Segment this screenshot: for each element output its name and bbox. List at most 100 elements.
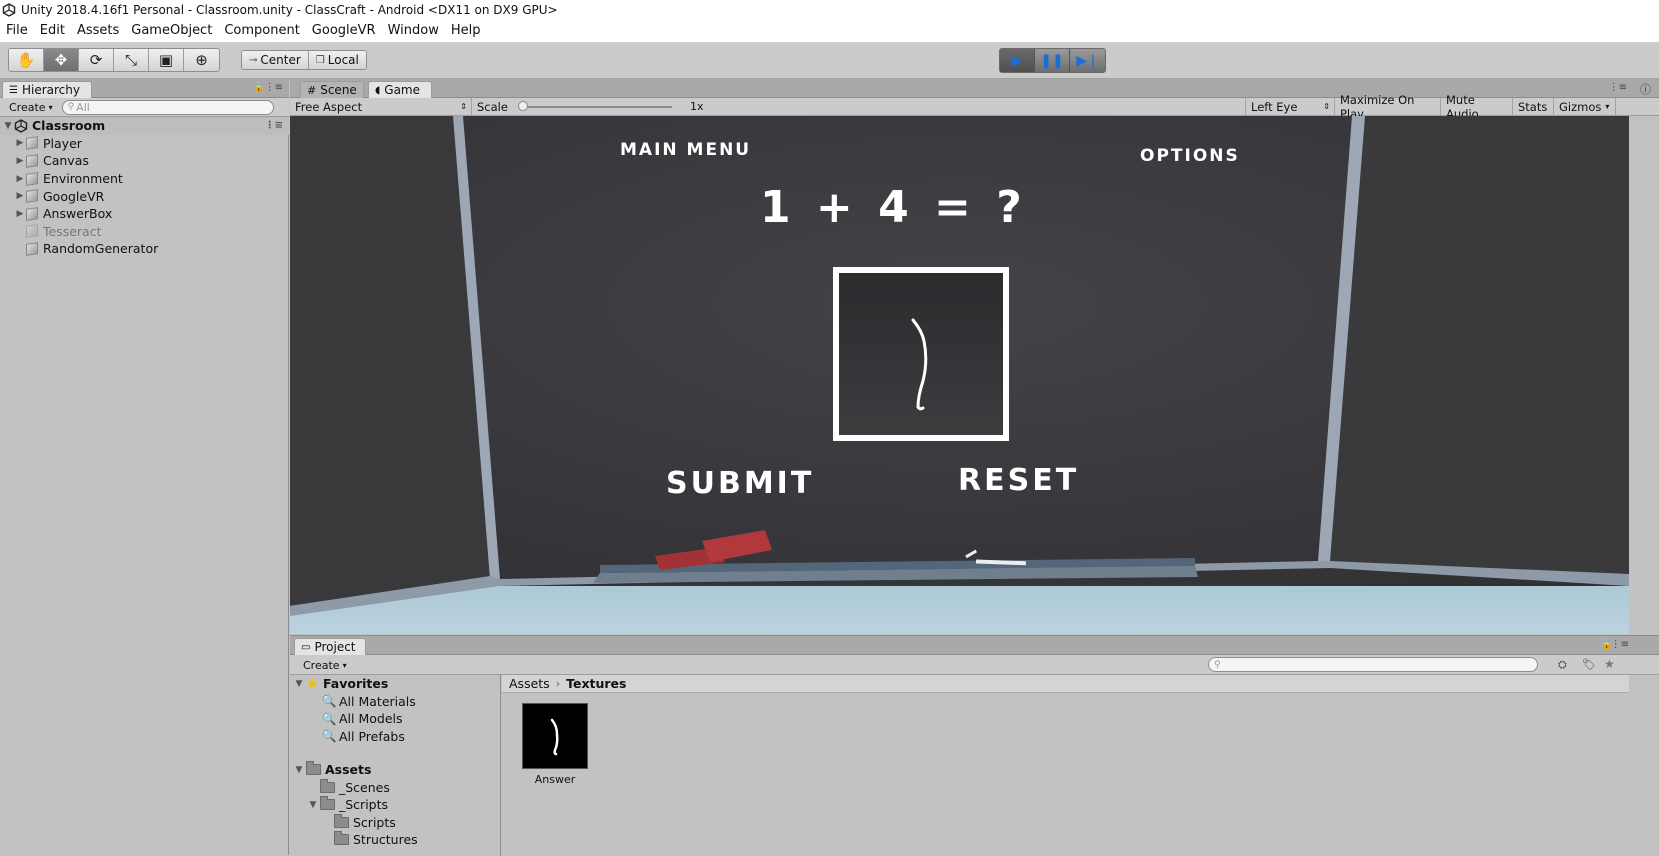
main-menu-button[interactable]: MAIN MENU [620, 140, 751, 160]
breadcrumb-assets[interactable]: Assets [509, 676, 550, 691]
tab-game[interactable]: ◖ Game [368, 81, 432, 98]
move-tool-button[interactable]: ✥ [44, 49, 79, 71]
reset-button[interactable]: RESET [958, 463, 1079, 498]
filter-type-icon[interactable]: ⛭ [1558, 658, 1567, 672]
scale-slider[interactable] [522, 106, 672, 108]
project-search-input[interactable]: ⚲ [1208, 657, 1538, 672]
scale-slider-handle[interactable] [518, 101, 528, 111]
scale-value: 1x [690, 100, 704, 113]
hierarchy-item-label: RandomGenerator [43, 241, 159, 257]
dropdown-arrow-icon: ▾ [342, 660, 347, 670]
scene-menu-icon[interactable]: ⋮≡ [265, 120, 283, 131]
favorite-item[interactable]: 🔍 All Materials [290, 693, 500, 711]
filter-label-icon[interactable]: 🏷 [1582, 658, 1596, 671]
info-icon[interactable]: ⓘ [1640, 81, 1651, 97]
menu-component[interactable]: Component [218, 23, 305, 38]
menu-edit[interactable]: Edit [34, 23, 71, 38]
asset-answer[interactable]: Answer [522, 703, 588, 786]
project-create-button[interactable]: Create ▾ [298, 657, 352, 673]
asset-folder-row[interactable]: ▼ _Scripts [290, 796, 500, 814]
asset-folder-row[interactable]: Scripts [290, 813, 500, 832]
stats-toggle[interactable]: Stats [1513, 98, 1554, 115]
menu-file[interactable]: File [0, 23, 34, 38]
favorite-star-icon[interactable]: ★ [1604, 657, 1615, 671]
panel-menu-icon[interactable]: ⋮≡ [265, 82, 283, 93]
panel-menu-icon[interactable]: ⋮≡ [1611, 639, 1629, 650]
favorites-row[interactable]: ▼ ★ Favorites [290, 675, 500, 693]
play-button[interactable]: ▶ [1000, 49, 1035, 72]
hierarchy-create-button[interactable]: Create ▾ [4, 99, 58, 115]
submit-button[interactable]: SUBMIT [666, 466, 814, 501]
mute-audio-toggle[interactable]: Mute Audio [1441, 93, 1513, 121]
asset-folder-row[interactable]: _Scenes [290, 778, 500, 797]
expand-arrow-icon[interactable]: ▼ [306, 800, 320, 810]
folder-label: Scripts [353, 814, 396, 830]
expand-arrow-icon[interactable]: ▶ [14, 156, 26, 166]
menu-assets[interactable]: Assets [71, 23, 125, 38]
asset-folder-row[interactable]: Structures [290, 831, 500, 849]
hierarchy-item-label: Player [43, 135, 82, 151]
expand-arrow-icon[interactable]: ▶ [14, 174, 26, 184]
hierarchy-item[interactable]: ▶ Environment [0, 170, 289, 188]
tab-project[interactable]: ▭ Project [294, 638, 366, 655]
project-tree: ▼ ★ Favorites 🔍 All Materials 🔍 All Models… [290, 675, 501, 856]
step-button[interactable]: ▶❘ [1070, 49, 1105, 72]
pause-button[interactable]: ❚❚ [1035, 49, 1070, 72]
rect-tool-button[interactable]: ▣ [149, 49, 184, 71]
menu-bar: File Edit Assets GameObject Component Go… [0, 19, 1659, 43]
main-toolbar: ✋ ✥ ⟳ ⤡ ▣ ⊕ ⊸ Center ❒ Local ▶ ❚❚ ▶❘ [0, 43, 1659, 79]
hierarchy-search-input[interactable]: ⚲ All [61, 99, 274, 115]
expand-arrow-icon[interactable]: ▶ [14, 191, 26, 201]
game-render[interactable]: MAIN MENU OPTIONS 1 + 4 = ? SUBMIT RESET [290, 116, 1629, 634]
options-button[interactable]: OPTIONS [1140, 146, 1240, 166]
step-icon: ▶❘ [1076, 52, 1099, 69]
expand-arrow-icon[interactable]: ▼ [292, 765, 306, 775]
maximize-on-play-toggle[interactable]: Maximize On Play [1335, 93, 1441, 121]
hierarchy-item[interactable]: ▶ Player [0, 135, 289, 153]
transform-tool-button[interactable]: ⊕ [184, 49, 219, 71]
hierarchy-controls: Create ▾ ⚲ All [0, 98, 289, 117]
folder-icon: ▭ [301, 641, 311, 653]
folder-icon [306, 761, 321, 776]
menu-help[interactable]: Help [445, 23, 487, 38]
hierarchy-item-label: AnswerBox [43, 206, 113, 222]
rotate-tool-button[interactable]: ⟳ [79, 49, 114, 71]
panel-menu-icon[interactable]: ⋮≡ [1609, 82, 1627, 93]
expand-arrow-icon[interactable]: ▶ [14, 138, 26, 148]
hierarchy-item[interactable]: ▶ AnswerBox [0, 205, 289, 223]
scale-tool-button[interactable]: ⤡ [114, 49, 149, 71]
scene-root-classroom[interactable]: ▼ Classroom ⋮≡ [0, 117, 289, 135]
hierarchy-item[interactable]: RandomGenerator [0, 240, 289, 258]
gameobject-cube-icon [26, 242, 38, 256]
eye-dropdown[interactable]: Left Eye ⇕ [1245, 98, 1335, 115]
hand-tool-button[interactable]: ✋ [9, 49, 44, 71]
menu-googlevr[interactable]: GoogleVR [306, 23, 382, 38]
hierarchy-item-label: Canvas [43, 153, 89, 169]
pivot-center-button[interactable]: ⊸ Center [242, 51, 309, 69]
lock-icon[interactable]: 🔒 [253, 82, 265, 93]
expand-arrow-icon[interactable]: ▼ [292, 679, 306, 689]
project-content: Assets › Textures Answer [502, 675, 1629, 856]
favorite-item[interactable]: 🔍 All Models [290, 710, 500, 728]
aspect-dropdown[interactable]: Free Aspect ⇕ [290, 98, 472, 115]
gizmos-dropdown[interactable]: Gizmos ▾ [1554, 98, 1616, 115]
expand-arrow-icon[interactable]: ▼ [2, 121, 14, 131]
pivot-local-button[interactable]: ❒ Local [309, 51, 366, 69]
menu-window[interactable]: Window [382, 23, 445, 38]
folder-label: _Scripts [339, 797, 389, 813]
hierarchy-item[interactable]: ▶ GoogleVR [0, 187, 289, 205]
assets-root-row[interactable]: ▼ Assets [290, 761, 500, 779]
tab-hierarchy[interactable]: ☰ Hierarchy [2, 81, 92, 98]
gameobject-cube-icon [26, 136, 38, 151]
hierarchy-item[interactable]: ▶ Canvas [0, 152, 289, 170]
question-text: 1 + 4 = ? [760, 182, 1027, 233]
tab-scene[interactable]: # Scene [300, 81, 364, 98]
breadcrumb-textures[interactable]: Textures [566, 676, 626, 691]
game-view-toolbar: Free Aspect ⇕ Scale 1x Left Eye ⇕ Maximi… [290, 93, 1659, 121]
favorite-item[interactable]: 🔍 All Prefabs [290, 728, 500, 746]
hierarchy-item[interactable]: Tesseract [0, 223, 289, 241]
menu-gameobject[interactable]: GameObject [125, 23, 218, 38]
expand-arrow-icon[interactable]: ▶ [14, 209, 26, 219]
project-controls: Create ▾ ⚲ ⛭ 🏷 ★ [290, 655, 1659, 675]
